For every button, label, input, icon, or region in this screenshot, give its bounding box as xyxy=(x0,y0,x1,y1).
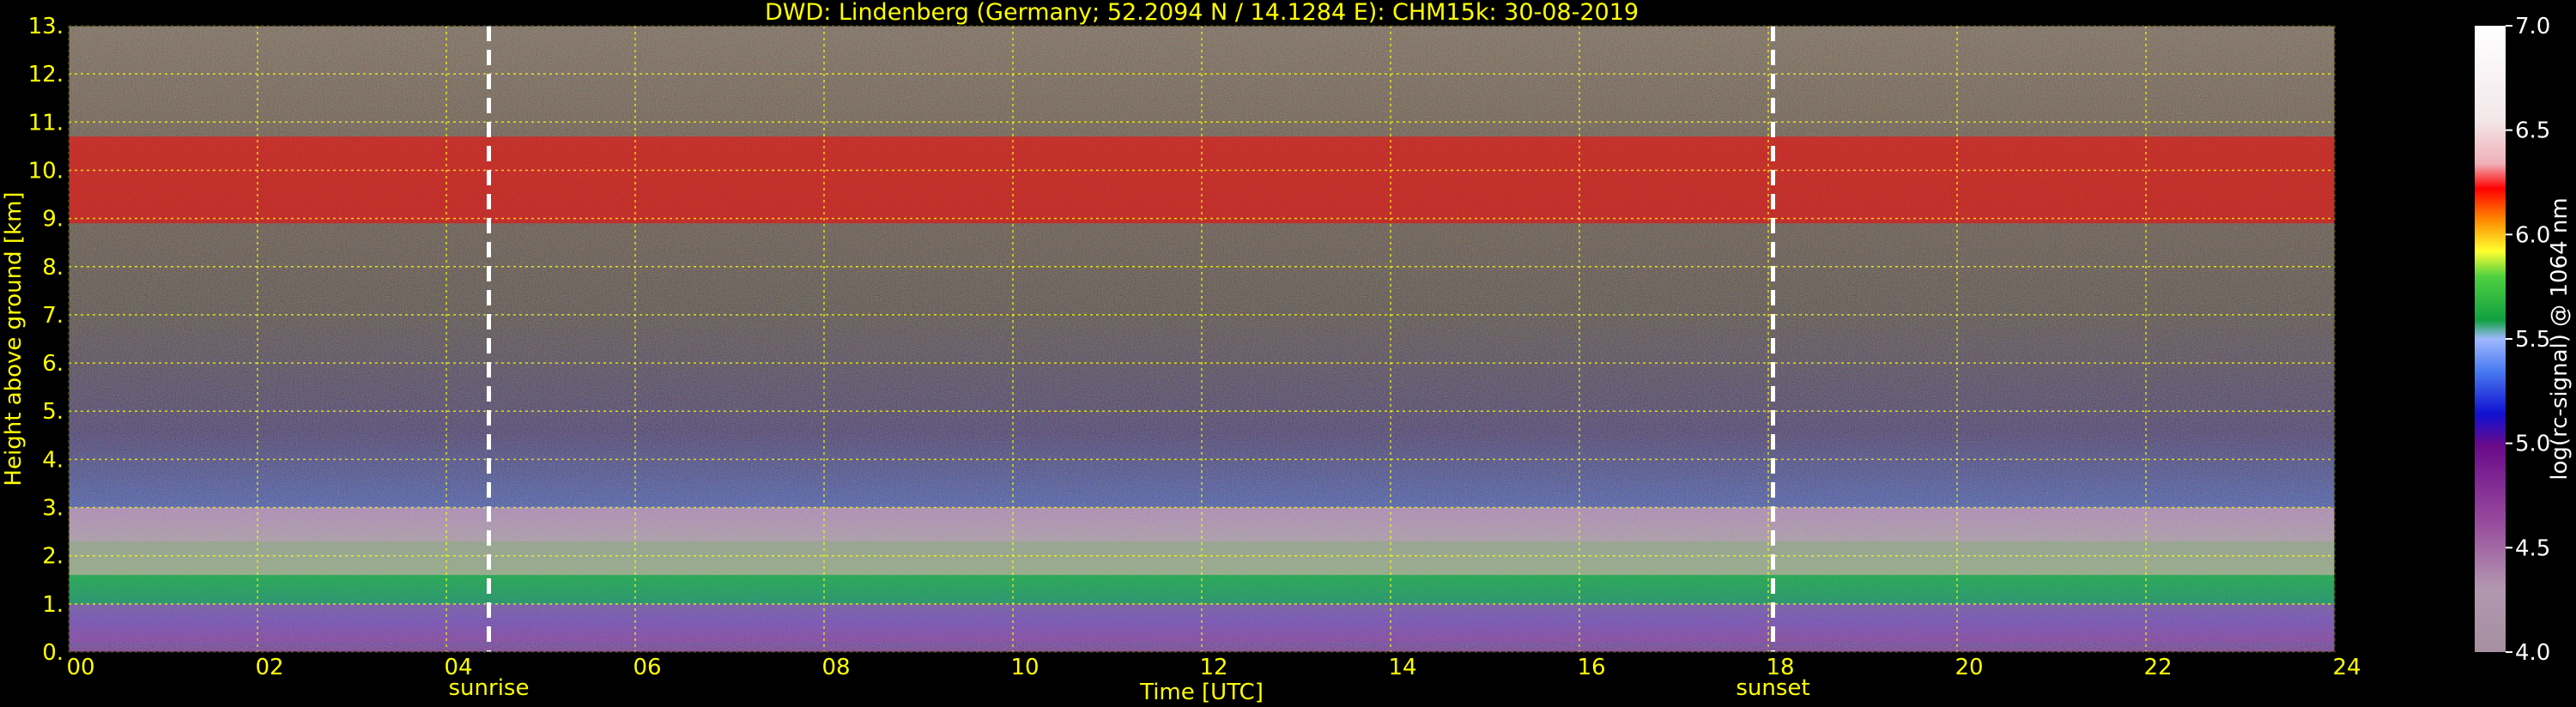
y-tick-labels: 0. 1. 2. 3. 4. 5. 6. 7. 8. 9. 10. 11. 12. 13. xyxy=(28,14,64,666)
y-tick-label: 5. xyxy=(42,399,64,425)
x-tick-label: 22 xyxy=(2143,655,2172,680)
y-tick-label: 8. xyxy=(42,255,64,281)
colorbar-label: log(rc-signal) @ 1064 nm xyxy=(2547,197,2573,480)
x-tick-label: 24 xyxy=(2332,655,2361,680)
x-tick-label: 18 xyxy=(1766,655,1794,680)
chart-title: DWD: Lindenberg (Germany; 52.2094 N / 14… xyxy=(765,0,1639,26)
y-tick-label: 12. xyxy=(28,62,64,88)
y-axis-label: Height above ground [km] xyxy=(1,191,27,486)
lidar-chart: sunrise sunset 0.1.2.3.4.5.6.7.8.9.10.11.… xyxy=(1,0,2573,705)
colorbar-gradient xyxy=(2475,26,2506,652)
x-tick-label: 16 xyxy=(1577,655,1605,680)
layer-band-3 xyxy=(69,136,2335,224)
y-tick-label: 1. xyxy=(42,592,64,618)
y-tick-label: 10. xyxy=(28,158,64,184)
colorbar-tick-label: 5.5 xyxy=(2515,327,2550,353)
colorbar-tick-label: 7.0 xyxy=(2515,14,2550,39)
colorbar: 4.0 4.5 5.0 5.5 6.0 6.5 7.0 log(rc-signal) @ 1… xyxy=(2475,14,2573,666)
y-tick-label: 7. xyxy=(42,303,64,329)
colorbar-tick-label: 6.0 xyxy=(2515,222,2550,248)
colorbar-tick-label: 6.5 xyxy=(2515,118,2550,144)
x-tick-label: 00 xyxy=(66,655,94,680)
x-tick-label: 08 xyxy=(821,655,850,680)
y-tick-label: 3. xyxy=(42,496,64,522)
x-tick-label: 06 xyxy=(633,655,661,680)
colorbar-tick-label: 4.0 xyxy=(2515,640,2550,666)
y-tick-label: 13. xyxy=(28,14,64,39)
y-tick-label: 11. xyxy=(28,110,64,136)
y-tick-label: 0. xyxy=(42,640,64,666)
y-tick-label: 2. xyxy=(42,544,64,570)
x-axis-label: Time [UTC] xyxy=(1139,680,1264,705)
colorbar-tick-label: 4.5 xyxy=(2515,535,2550,561)
y-tick-label: 9. xyxy=(42,207,64,233)
x-tick-label: 14 xyxy=(1388,655,1416,680)
x-tick-label: 10 xyxy=(1010,655,1039,680)
colorbar-tick-label: 5.0 xyxy=(2515,432,2550,457)
y-tick-label: 6. xyxy=(42,351,64,377)
x-tick-labels: 00 02 04 06 08 10 12 14 16 18 20 22 24 xyxy=(66,655,2361,680)
x-tick-label: 20 xyxy=(1955,655,1983,680)
layer-band-2 xyxy=(69,507,2335,576)
y-tick-label: 4. xyxy=(42,447,64,473)
x-tick-label: 04 xyxy=(444,655,472,680)
colorbar-ticks: 4.0 4.5 5.0 5.5 6.0 6.5 7.0 xyxy=(2506,14,2550,666)
x-tick-label: 12 xyxy=(1199,655,1227,680)
x-tick-label: 02 xyxy=(255,655,283,680)
